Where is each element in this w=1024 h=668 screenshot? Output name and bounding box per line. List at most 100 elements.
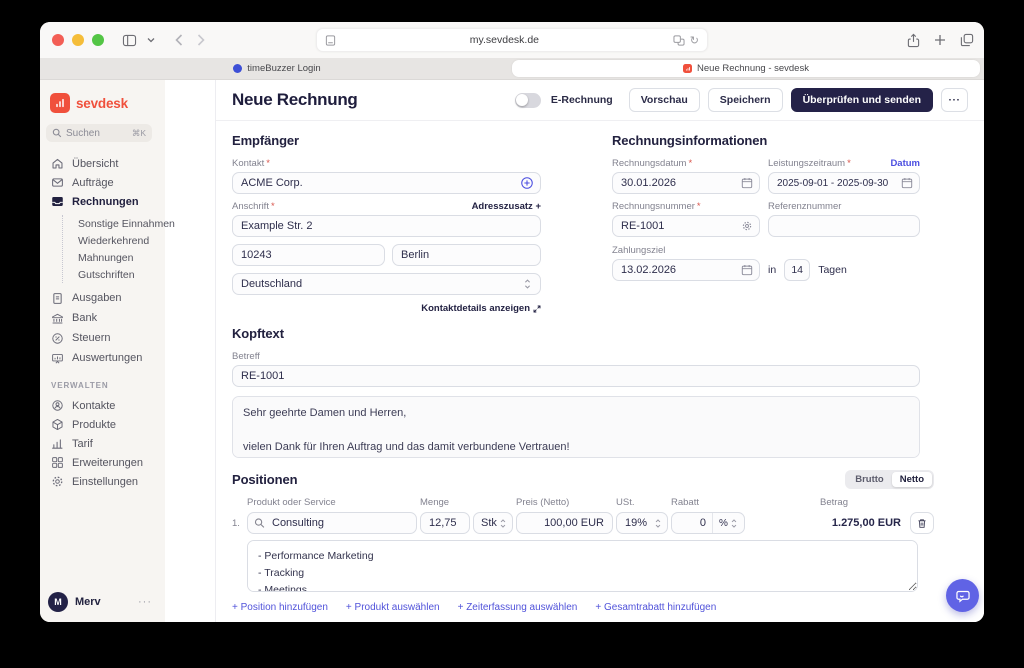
sidebar-item-steuern[interactable]: Steuern [46, 328, 215, 348]
tab-timebuzzer[interactable]: timeBuzzer Login [43, 58, 511, 79]
search-input[interactable]: Suchen ⌘K [46, 124, 152, 142]
strasse-input[interactable] [232, 215, 541, 237]
zahlungsziel-tage-input[interactable] [784, 259, 810, 281]
chevron-updown-icon [523, 278, 532, 290]
close-window-button[interactable] [52, 34, 64, 46]
position-description-textarea[interactable]: - Performance Marketing - Tracking - Mee… [247, 540, 918, 592]
reload-icon[interactable]: ↻ [690, 34, 699, 47]
zeiterfassung-auswaehlen-link[interactable]: + Zeiterfassung auswählen [458, 602, 578, 613]
forward-button[interactable] [197, 34, 205, 46]
sidebar-item-sonstige-einnahmen[interactable]: Sonstige Einnahmen [78, 215, 215, 232]
gesamtrabatt-hinzufuegen-link[interactable]: + Gesamtrabatt hinzufügen [595, 602, 716, 613]
user-account[interactable]: M Merv ··· [48, 592, 152, 612]
zahlungsziel-input[interactable] [612, 259, 760, 281]
more-actions-button[interactable]: ··· [941, 88, 968, 112]
user-menu-button[interactable]: ··· [138, 596, 152, 608]
ust-select[interactable]: 19% [616, 512, 668, 534]
sidebar-item-kontakte[interactable]: Kontakte [46, 396, 215, 415]
chat-icon [955, 588, 971, 604]
brutto-option[interactable]: Brutto [847, 472, 892, 487]
position-actions: + Position hinzufügen + Produkt auswähle… [232, 602, 934, 613]
tab-bar: timeBuzzer Login Neue Rechnung - sevdesk [40, 58, 984, 80]
adresszusatz-link[interactable]: Adresszusatz + [472, 201, 541, 212]
rabatt-input[interactable] [672, 517, 712, 529]
address-bar[interactable]: my.sevdesk.de ↻ [316, 28, 708, 52]
erechnung-toggle-label: E-Rechnung [551, 94, 613, 106]
erechnung-toggle[interactable] [515, 93, 541, 108]
sidebar-item-auswertungen[interactable]: Auswertungen [46, 348, 215, 368]
sidebar-item-produkte[interactable]: Produkte [46, 415, 215, 434]
grid-icon [51, 456, 64, 469]
tab-timebuzzer-label: timeBuzzer Login [247, 63, 320, 74]
produkt-input[interactable] [247, 512, 417, 534]
preis-input[interactable] [516, 512, 613, 534]
rechnungsdatum-input[interactable] [612, 172, 760, 194]
speichern-button[interactable]: Speichern [708, 88, 783, 112]
calendar-icon[interactable] [741, 177, 753, 189]
menge-input[interactable] [420, 512, 470, 534]
kontaktdetails-link[interactable]: Kontaktdetails anzeigen [421, 303, 541, 314]
gear-icon[interactable] [741, 220, 753, 232]
back-button[interactable] [175, 34, 183, 46]
kontakt-input[interactable] [232, 172, 541, 194]
pruefen-senden-button[interactable]: Überprüfen und senden [791, 88, 933, 112]
sidebar-item-einstellungen[interactable]: Einstellungen [46, 472, 215, 491]
calendar-icon[interactable] [741, 264, 753, 276]
sidebar-item-ausgaben[interactable]: Ausgaben [46, 288, 215, 308]
kopftext-textarea[interactable]: Sehr geehrte Damen und Herren, vielen Da… [232, 396, 920, 458]
sidebar-item-gutschriften[interactable]: Gutschriften [78, 266, 215, 283]
mouse-cursor [40, 618, 53, 622]
user-circle-icon [51, 399, 64, 412]
mail-icon [51, 176, 64, 189]
zoom-window-button[interactable] [92, 34, 104, 46]
position-hinzufuegen-link[interactable]: + Position hinzufügen [232, 602, 328, 613]
trash-icon [917, 517, 927, 530]
sidebar-item-auftraege[interactable]: Aufträge [46, 173, 215, 192]
sidebar-toggle-icon[interactable] [118, 32, 141, 49]
receipt-icon [51, 292, 64, 305]
translate-icon[interactable] [673, 35, 685, 46]
referenznummer-input[interactable] [768, 215, 920, 237]
stadt-input[interactable] [392, 244, 541, 266]
minimize-window-button[interactable] [72, 34, 84, 46]
share-icon[interactable] [907, 33, 920, 48]
kopftext-heading: Kopftext [232, 326, 934, 341]
land-select[interactable]: Deutschland [232, 273, 541, 295]
avatar: M [48, 592, 68, 612]
sidebar-item-uebersicht[interactable]: Übersicht [46, 154, 215, 173]
search-placeholder: Suchen [66, 128, 100, 139]
plus-circle-icon[interactable] [520, 176, 534, 190]
delete-position-button[interactable] [910, 512, 934, 534]
tab-sevdesk-active[interactable]: Neue Rechnung - sevdesk [512, 60, 980, 77]
new-tab-icon[interactable] [934, 34, 946, 46]
rechnungsnummer-input[interactable] [612, 215, 760, 237]
rechnungsinfo-section: Rechnungsinformationen Rechnungsdatum* L… [612, 133, 920, 316]
vorschau-button[interactable]: Vorschau [629, 88, 700, 112]
tab-overview-icon[interactable] [960, 33, 974, 47]
datum-link[interactable]: Datum [890, 158, 920, 169]
position-row: 1. Stk [232, 512, 934, 534]
rabatt-einheit-select[interactable]: % [712, 513, 744, 533]
support-chat-button[interactable] [946, 579, 979, 612]
rechnungen-subnav: Sonstige Einnahmen Wiederkehrend Mahnung… [62, 215, 215, 283]
plz-input[interactable] [232, 244, 385, 266]
sidebar-item-erweiterungen[interactable]: Erweiterungen [46, 453, 215, 472]
sidebar-item-tarif[interactable]: Tarif [46, 434, 215, 453]
betreff-input[interactable] [232, 365, 920, 387]
percent-circle-icon [51, 332, 64, 345]
reader-icon[interactable] [325, 35, 336, 46]
inbox-icon [51, 195, 64, 208]
sidebar-item-mahnungen[interactable]: Mahnungen [78, 249, 215, 266]
sevdesk-logo[interactable]: sevdesk [46, 92, 215, 114]
sidebar-item-wiederkehrend[interactable]: Wiederkehrend [78, 232, 215, 249]
calendar-icon[interactable] [901, 177, 913, 189]
sidebar-item-rechnungen[interactable]: Rechnungen [46, 192, 215, 211]
produkt-auswaehlen-link[interactable]: + Produkt auswählen [346, 602, 440, 613]
sidebar-item-bank[interactable]: Bank [46, 308, 215, 328]
netto-option[interactable]: Netto [892, 472, 932, 487]
url-text[interactable]: my.sevdesk.de [336, 34, 673, 46]
sevdesk-logo-icon [50, 93, 70, 113]
leistungszeitraum-input[interactable] [768, 172, 920, 194]
einheit-select[interactable]: Stk [473, 512, 513, 534]
chevron-down-icon[interactable] [143, 35, 159, 45]
